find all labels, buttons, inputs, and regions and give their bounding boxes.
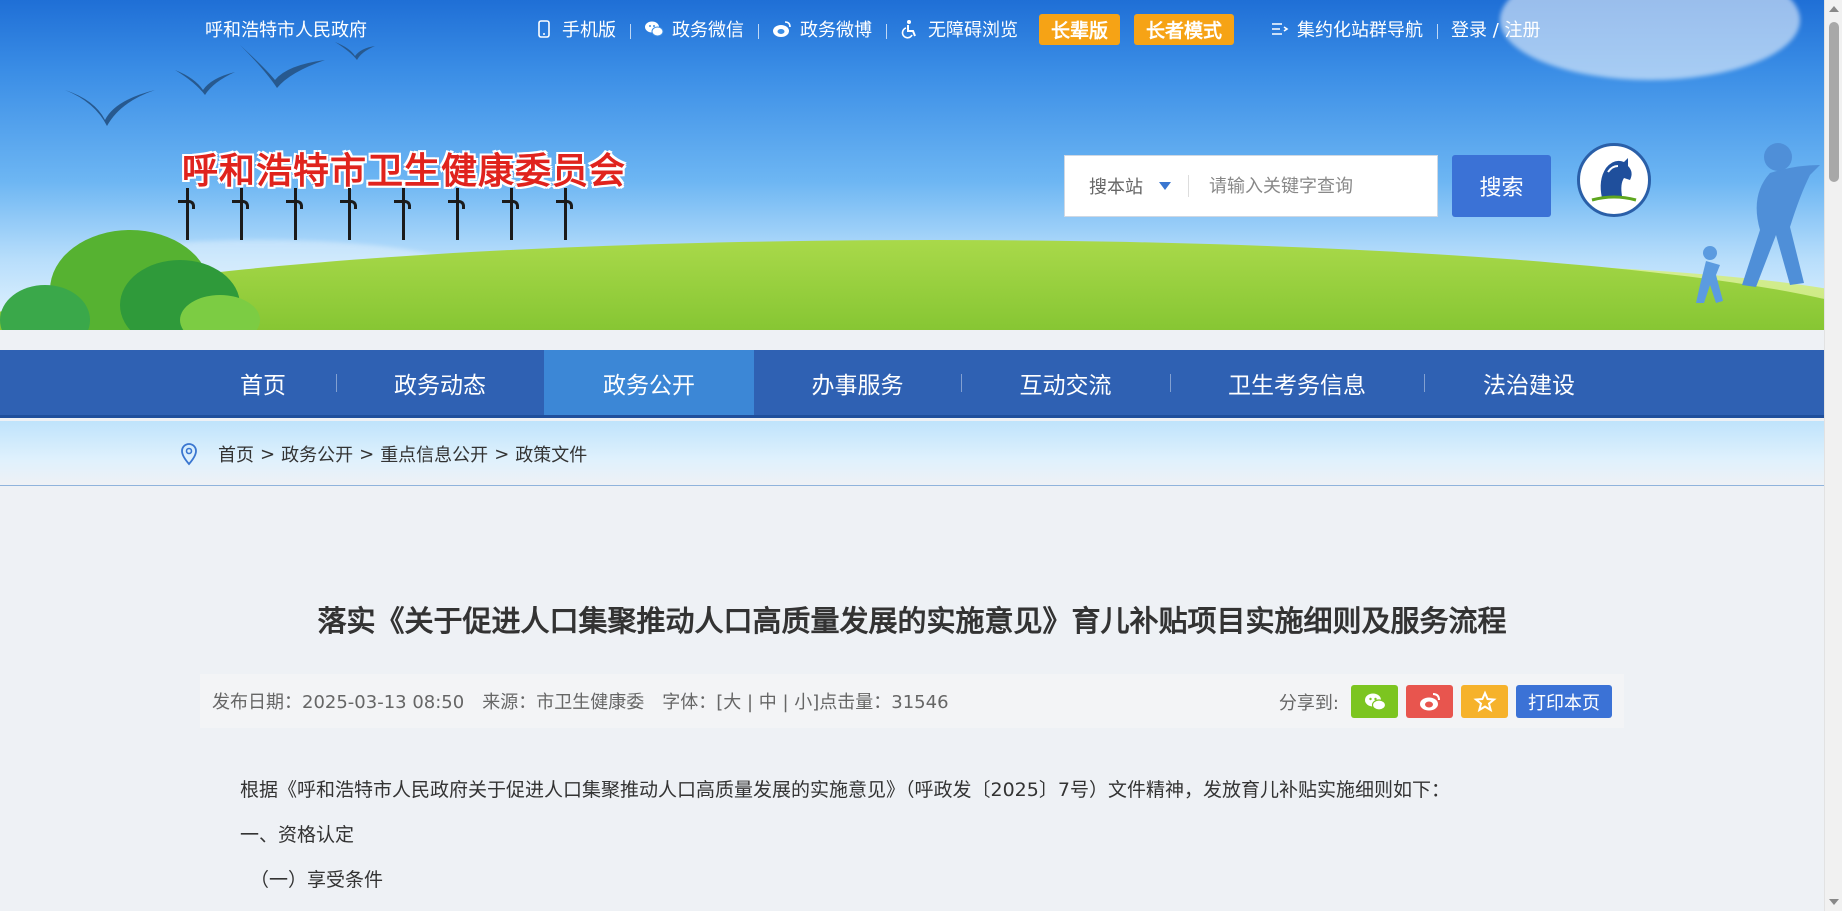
accessibility-label: 无障碍浏览 <box>928 20 1018 41</box>
share-weibo-button[interactable] <box>1406 685 1453 718</box>
font-size-and-views[interactable]: 字体：[大 | 中 | 小]点击量：31546 <box>662 688 948 714</box>
mongolian-script-title <box>178 188 573 240</box>
mongolian-glyph <box>232 188 249 240</box>
nav-gov-disclosure[interactable]: 政务公开 <box>544 350 754 415</box>
running-people-icon <box>1696 143 1820 303</box>
breadcrumb-separator: > <box>260 443 276 465</box>
site-group-nav-link[interactable]: 集约化站群导航 <box>1241 16 1437 42</box>
horse-logo-icon <box>1591 158 1637 202</box>
share-wechat-button[interactable] <box>1351 685 1398 718</box>
gov-weibo-label: 政务微博 <box>800 20 872 41</box>
mongolian-glyph <box>502 188 519 240</box>
mobile-version-link[interactable]: 手机版 <box>520 16 630 42</box>
gov-portal-link[interactable]: 呼和浩特市人民政府 <box>205 16 367 42</box>
search-scope-label: 搜本站 <box>1089 177 1143 198</box>
mongolian-glyph <box>286 188 303 240</box>
login-register-link[interactable]: 登录 / 注册 <box>1437 16 1555 42</box>
publish-date: 发布日期：2025-03-13 08:50 <box>212 692 465 713</box>
search-box: 搜本站 <box>1064 155 1438 217</box>
location-pin-icon <box>181 443 197 466</box>
scroll-down-arrow-icon[interactable] <box>1829 899 1839 905</box>
breadcrumb-gov-disclosure[interactable]: 政务公开 <box>281 441 353 467</box>
breadcrumb-policy-docs[interactable]: 政策文件 <box>515 441 587 467</box>
article-source: 来源：市卫生健康委 <box>482 692 645 713</box>
weibo-icon <box>773 21 791 37</box>
mobile-version-label: 手机版 <box>562 20 616 41</box>
article-paragraph: （一）享受条件 <box>250 869 384 891</box>
utility-links: 手机版 政务微信 政务微博 无障碍浏览 长辈版 长者模式 集约化站群导航 登录 … <box>520 13 1555 45</box>
accessibility-link[interactable]: 无障碍浏览 <box>886 16 1032 42</box>
article-paragraph: 根据《呼和浩特市人民政府关于促进人口集聚推动人口高质量发展的实施意见》（呼政发〔… <box>240 779 1450 801</box>
birds-icon <box>65 42 375 126</box>
mongolian-glyph <box>178 188 195 240</box>
nav-gov-news[interactable]: 政务动态 <box>336 350 544 415</box>
elder-edition-button[interactable]: 长辈版 <box>1039 13 1121 45</box>
article-body: 根据《呼和浩特市人民政府关于促进人口集聚推动人口高质量发展的实施意见》（呼政发〔… <box>240 768 1450 903</box>
breadcrumb-bar: 首页 > 政务公开 > 重点信息公开 > 政策文件 <box>0 421 1824 486</box>
wechat-icon <box>1364 693 1386 711</box>
chevron-down-icon <box>1159 182 1171 190</box>
nav-rule-of-law[interactable]: 法治建设 <box>1424 350 1634 415</box>
print-page-button[interactable]: 打印本页 <box>1516 685 1612 718</box>
top-utility-bar: 呼和浩特市人民政府 手机版 政务微信 政务微博 无障碍浏览 长辈版 长者模式 集… <box>0 13 1824 45</box>
scroll-up-arrow-icon[interactable] <box>1829 6 1839 12</box>
breadcrumb-home[interactable]: 首页 <box>218 441 254 467</box>
weibo-icon <box>1419 692 1440 710</box>
main-nav: 首页 政务动态 政务公开 办事服务 互动交流 卫生考务信息 法治建设 <box>0 350 1824 418</box>
article-meta-bar: 发布日期：2025-03-13 08:50 来源：市卫生健康委 字体：[大 | … <box>200 674 1624 728</box>
share-toolbar: 分享到: 打印本页 <box>1279 685 1612 718</box>
elder-mode-button[interactable]: 长者模式 <box>1134 13 1235 45</box>
gov-weibo-link[interactable]: 政务微博 <box>758 16 886 42</box>
page-scrollbar[interactable] <box>1824 0 1842 911</box>
nav-health-exam-info[interactable]: 卫生考务信息 <box>1170 350 1424 415</box>
star-icon <box>1472 689 1497 712</box>
gov-wechat-link[interactable]: 政务微信 <box>630 16 758 42</box>
article-title: 落实《关于促进人口集聚推动人口高质量发展的实施意见》育儿补贴项目实施细则及服务流… <box>317 604 1507 638</box>
search-button[interactable]: 搜索 <box>1452 155 1551 217</box>
nav-interaction[interactable]: 互动交流 <box>961 350 1170 415</box>
breadcrumb: 首页 > 政务公开 > 重点信息公开 > 政策文件 <box>178 441 587 467</box>
search-scope-dropdown[interactable]: 搜本站 <box>1065 175 1189 198</box>
accessibility-icon <box>901 20 916 39</box>
article-paragraph: 一、资格认定 <box>240 824 355 846</box>
horse-emblem-logo[interactable] <box>1577 143 1651 217</box>
mongolian-glyph <box>340 188 357 240</box>
search-input[interactable] <box>1209 175 1419 197</box>
site-group-nav-label: 集约化站群导航 <box>1297 20 1424 41</box>
elder-badges: 长辈版 长者模式 <box>1032 13 1241 45</box>
nav-home[interactable]: 首页 <box>190 350 336 415</box>
breadcrumb-separator: > <box>359 443 375 465</box>
menu-list-icon <box>1272 23 1289 35</box>
add-favorite-button[interactable] <box>1461 685 1508 718</box>
share-label: 分享到: <box>1278 692 1339 714</box>
site-title: 呼和浩特市卫生健康委员会 <box>182 151 627 192</box>
mobile-icon <box>538 20 550 38</box>
header-banner: 呼和浩特市人民政府 手机版 政务微信 政务微博 无障碍浏览 长辈版 长者模式 集… <box>0 0 1824 330</box>
main-nav-items: 首页 政务动态 政务公开 办事服务 互动交流 卫生考务信息 法治建设 <box>190 350 1634 415</box>
scrollbar-thumb[interactable] <box>1829 22 1839 182</box>
wechat-icon <box>645 21 664 37</box>
mongolian-glyph <box>448 188 465 240</box>
nav-services[interactable]: 办事服务 <box>754 350 961 415</box>
breadcrumb-separator: > <box>494 443 510 465</box>
mongolian-glyph <box>394 188 411 240</box>
mongolian-glyph <box>556 188 573 240</box>
breadcrumb-key-info[interactable]: 重点信息公开 <box>380 441 488 467</box>
gov-wechat-label: 政务微信 <box>672 20 744 41</box>
